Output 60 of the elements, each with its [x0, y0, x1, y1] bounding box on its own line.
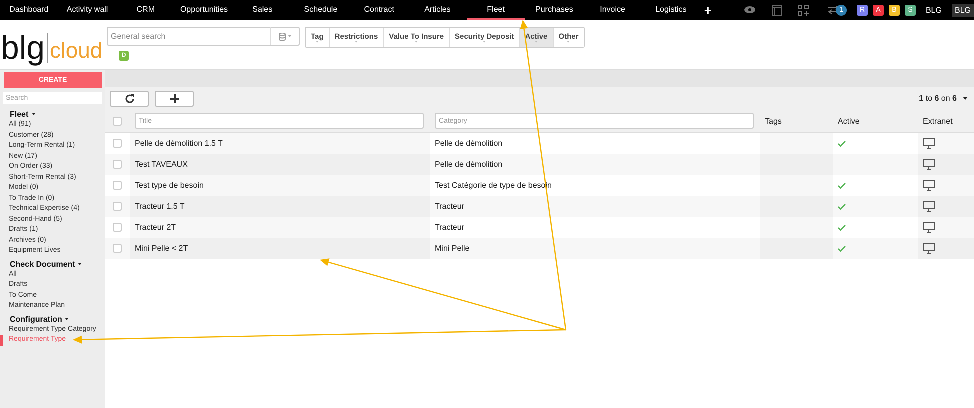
table-cell: Test type de besoin	[130, 175, 430, 196]
monitor-icon[interactable]	[923, 222, 935, 233]
table-cell-text: Pelle de démolition	[434, 138, 504, 150]
add-tab-button[interactable]: +	[704, 2, 712, 18]
monitor-icon[interactable]	[923, 138, 935, 149]
section-header[interactable]: Configuration	[0, 312, 102, 324]
caret-icon[interactable]	[963, 97, 968, 100]
search-field[interactable]: General search	[107, 27, 270, 46]
caret-icon[interactable]	[32, 113, 36, 116]
monitor-icon[interactable]	[923, 243, 935, 254]
select-all-checkbox[interactable]	[113, 116, 122, 126]
row-checkbox[interactable]	[113, 244, 122, 253]
column-header: Active	[837, 116, 861, 128]
table-cell-text: Tracteur	[434, 201, 466, 213]
table-cell: Tracteur 1.5 T	[130, 196, 430, 217]
database-icon[interactable]	[278, 32, 286, 40]
nav-tab[interactable]: Activity wall	[58, 0, 117, 20]
row-checkbox[interactable]	[113, 181, 122, 190]
caret-icon[interactable]	[78, 262, 82, 266]
table-cell: Test TAVEAUX	[130, 154, 430, 175]
section-header[interactable]: Fleet	[0, 108, 102, 120]
nav-tab[interactable]: Purchases	[525, 0, 584, 20]
table-cell: Pelle de démolition 1.5 T	[130, 133, 430, 154]
nav-tab[interactable]: CRM	[116, 0, 176, 20]
eye-icon[interactable]	[744, 6, 756, 14]
monitor-icon[interactable]	[923, 159, 935, 170]
nav-tab[interactable]: Dashboard	[0, 0, 58, 20]
company-switcher[interactable]: BLG	[952, 4, 974, 16]
nav-tab[interactable]: Sales	[233, 0, 292, 20]
refresh-icon	[124, 94, 134, 104]
table-cell-text: Tracteur	[434, 222, 466, 234]
monitor-icon[interactable]	[923, 201, 935, 212]
row-checkbox[interactable]	[113, 160, 122, 169]
row-checkbox[interactable]	[113, 139, 122, 148]
layout-icon[interactable]	[772, 4, 782, 16]
plus-icon	[170, 94, 180, 104]
nav-tab[interactable]: Invoice	[584, 0, 642, 20]
nav-tab[interactable]: Opportunities	[175, 0, 234, 20]
caret-icon[interactable]	[65, 318, 70, 320]
add-button[interactable]	[155, 90, 194, 106]
table-cell-text: Pelle de démolition	[434, 159, 504, 171]
search-options-button[interactable]	[270, 27, 300, 46]
row-checkbox[interactable]	[113, 202, 122, 211]
nav-tab[interactable]: Fleet	[466, 0, 526, 20]
refresh-button[interactable]	[110, 90, 149, 106]
company-name: BLG	[926, 6, 942, 14]
row-checkbox[interactable]	[113, 223, 122, 232]
column-header: Tags	[764, 116, 783, 128]
monitor-icon[interactable]	[923, 180, 935, 191]
pagination-text: 1 to 6 on 6	[919, 94, 957, 103]
nav-tab[interactable]: Contract	[350, 0, 409, 20]
nav-tab[interactable]: Articles	[408, 0, 467, 20]
section-header[interactable]: Check Document	[0, 258, 102, 270]
table-cell: Tracteur 2T	[130, 217, 430, 238]
column-header: Extranet	[922, 116, 954, 128]
table-cell-text: Mini Pelle	[434, 243, 471, 255]
nav-tab[interactable]: Logistics	[642, 0, 700, 20]
nav-tab[interactable]: Schedule	[292, 0, 350, 20]
table-cell: Mini Pelle < 2T	[130, 238, 430, 259]
apps-add-icon[interactable]	[798, 4, 809, 16]
